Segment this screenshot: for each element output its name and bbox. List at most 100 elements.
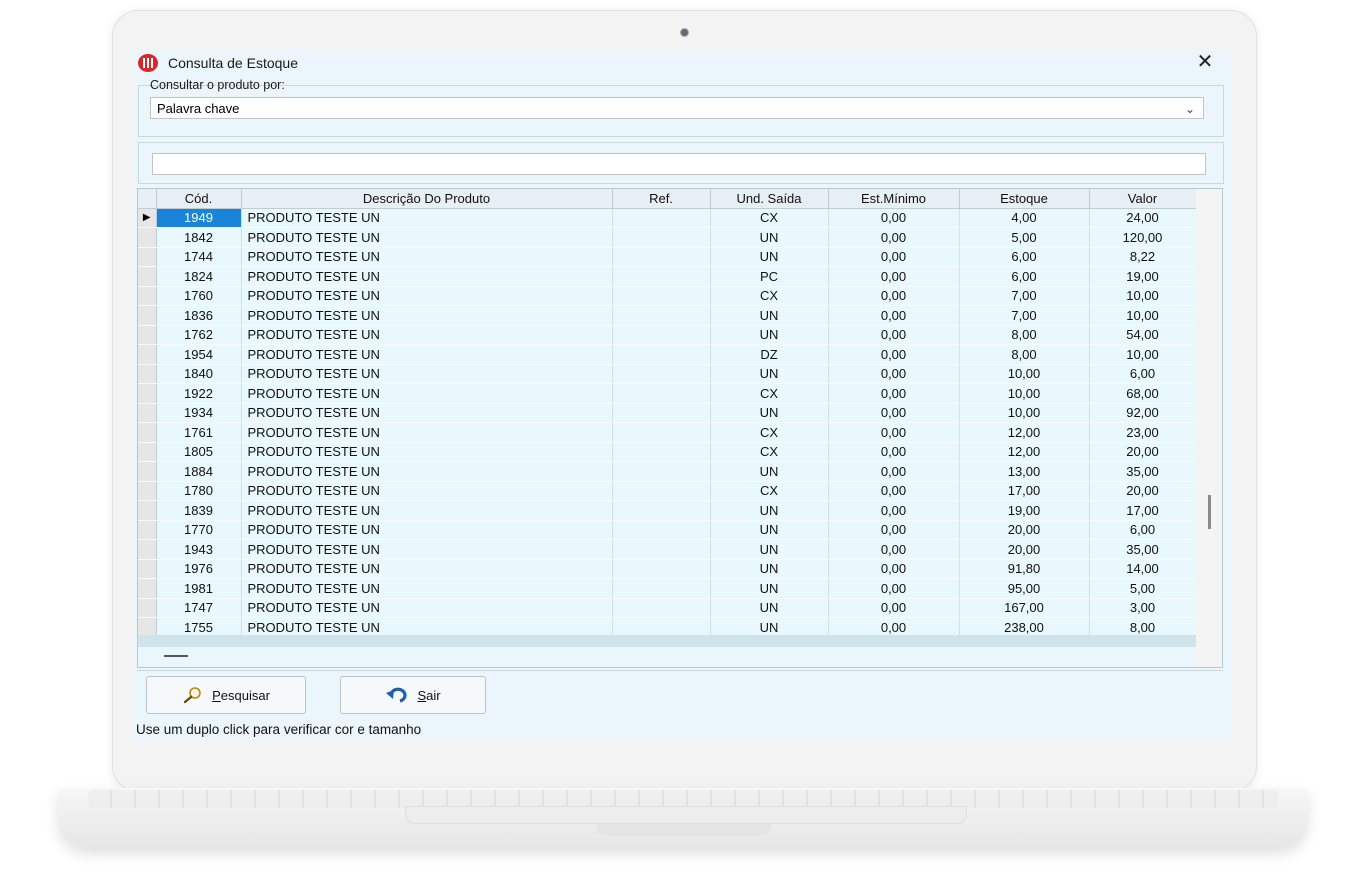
cell-ref[interactable] xyxy=(612,266,711,287)
row-indicator[interactable] xyxy=(138,403,157,423)
cell-descricao[interactable]: PRODUTO TESTE UN xyxy=(241,500,613,521)
cell-ref[interactable] xyxy=(612,520,711,540)
cell-descricao[interactable]: PRODUTO TESTE UN xyxy=(241,208,613,228)
cell-estoque[interactable]: 13,00 xyxy=(959,461,1090,482)
cell-und-saida[interactable]: UN xyxy=(710,227,829,248)
cell-ref[interactable] xyxy=(612,461,711,482)
cell-und-saida[interactable]: UN xyxy=(710,247,829,267)
cell-est-minimo[interactable]: 0,00 xyxy=(828,227,960,248)
cell-cod[interactable]: 1884 xyxy=(156,461,242,482)
table-row[interactable]: 1840 PRODUTO TESTE UN UN 0,00 10,00 6,00 xyxy=(138,364,1197,384)
cell-estoque[interactable]: 10,00 xyxy=(959,364,1090,384)
cell-ref[interactable] xyxy=(612,403,711,423)
row-indicator[interactable] xyxy=(138,286,157,306)
table-row[interactable]: 1934 PRODUTO TESTE UN UN 0,00 10,00 92,00 xyxy=(138,403,1197,423)
table-row[interactable]: 1762 PRODUTO TESTE UN UN 0,00 8,00 54,00 xyxy=(138,325,1197,345)
cell-est-minimo[interactable]: 0,00 xyxy=(828,442,960,462)
row-indicator[interactable] xyxy=(138,266,157,287)
cell-cod[interactable]: 1922 xyxy=(156,383,242,404)
table-row[interactable]: 1780 PRODUTO TESTE UN CX 0,00 17,00 20,00 xyxy=(138,481,1197,501)
row-indicator[interactable] xyxy=(138,305,157,326)
cell-descricao[interactable]: PRODUTO TESTE UN xyxy=(241,364,613,384)
cell-valor[interactable]: 8,22 xyxy=(1089,247,1197,267)
cell-valor[interactable]: 6,00 xyxy=(1089,364,1197,384)
cell-estoque[interactable]: 167,00 xyxy=(959,598,1090,618)
cell-ref[interactable] xyxy=(612,227,711,248)
cell-valor[interactable]: 5,00 xyxy=(1089,578,1197,599)
table-row[interactable]: 1976 PRODUTO TESTE UN UN 0,00 91,80 14,00 xyxy=(138,559,1197,579)
row-indicator[interactable] xyxy=(138,227,157,248)
cell-und-saida[interactable]: UN xyxy=(710,403,829,423)
row-indicator[interactable] xyxy=(138,422,157,443)
cell-descricao[interactable]: PRODUTO TESTE UN xyxy=(241,266,613,287)
cell-und-saida[interactable]: CX xyxy=(710,208,829,228)
cell-est-minimo[interactable]: 0,00 xyxy=(828,247,960,267)
cell-valor[interactable]: 14,00 xyxy=(1089,559,1197,579)
cell-descricao[interactable]: PRODUTO TESTE UN xyxy=(241,598,613,618)
cell-estoque[interactable]: 12,00 xyxy=(959,442,1090,462)
close-button[interactable]: ✕ xyxy=(1190,50,1220,74)
row-indicator[interactable] xyxy=(138,481,157,501)
cell-cod[interactable]: 1761 xyxy=(156,422,242,443)
table-row[interactable]: 1839 PRODUTO TESTE UN UN 0,00 19,00 17,00 xyxy=(138,500,1197,521)
cell-valor[interactable]: 19,00 xyxy=(1089,266,1197,287)
cell-ref[interactable] xyxy=(612,305,711,326)
cell-und-saida[interactable]: UN xyxy=(710,539,829,560)
table-row[interactable]: 1884 PRODUTO TESTE UN UN 0,00 13,00 35,00 xyxy=(138,461,1197,482)
search-type-select[interactable]: Palavra chave xyxy=(150,97,1204,119)
cell-est-minimo[interactable]: 0,00 xyxy=(828,461,960,482)
cell-descricao[interactable]: PRODUTO TESTE UN xyxy=(241,520,613,540)
cell-estoque[interactable]: 10,00 xyxy=(959,383,1090,404)
row-indicator[interactable] xyxy=(138,461,157,482)
cell-ref[interactable] xyxy=(612,208,711,228)
cell-valor[interactable]: 10,00 xyxy=(1089,305,1197,326)
column-header-valor[interactable]: Valor xyxy=(1089,189,1197,209)
row-indicator[interactable] xyxy=(138,247,157,267)
cell-und-saida[interactable]: UN xyxy=(710,500,829,521)
cell-cod[interactable]: 1747 xyxy=(156,598,242,618)
cell-valor[interactable]: 23,00 xyxy=(1089,422,1197,443)
cell-und-saida[interactable]: DZ xyxy=(710,344,829,365)
cell-est-minimo[interactable]: 0,00 xyxy=(828,539,960,560)
cell-cod[interactable]: 1954 xyxy=(156,344,242,365)
cell-estoque[interactable]: 20,00 xyxy=(959,520,1090,540)
cell-est-minimo[interactable]: 0,00 xyxy=(828,598,960,618)
cell-descricao[interactable]: PRODUTO TESTE UN xyxy=(241,325,613,345)
cell-cod[interactable]: 1836 xyxy=(156,305,242,326)
table-row[interactable]: 1836 PRODUTO TESTE UN UN 0,00 7,00 10,00 xyxy=(138,305,1197,326)
cell-est-minimo[interactable]: 0,00 xyxy=(828,305,960,326)
cell-valor[interactable]: 20,00 xyxy=(1089,442,1197,462)
row-indicator[interactable] xyxy=(138,325,157,345)
cell-descricao[interactable]: PRODUTO TESTE UN xyxy=(241,559,613,579)
row-indicator[interactable] xyxy=(138,364,157,384)
cell-est-minimo[interactable]: 0,00 xyxy=(828,266,960,287)
cell-cod[interactable]: 1805 xyxy=(156,442,242,462)
cell-cod[interactable]: 1760 xyxy=(156,286,242,306)
cell-valor[interactable]: 92,00 xyxy=(1089,403,1197,423)
cell-valor[interactable]: 54,00 xyxy=(1089,325,1197,345)
cell-cod[interactable]: 1934 xyxy=(156,403,242,423)
cell-ref[interactable] xyxy=(612,325,711,345)
cell-estoque[interactable]: 5,00 xyxy=(959,227,1090,248)
column-header-und-saida[interactable]: Und. Saída xyxy=(710,189,829,209)
cell-descricao[interactable]: PRODUTO TESTE UN xyxy=(241,481,613,501)
cell-und-saida[interactable]: CX xyxy=(710,286,829,306)
table-row[interactable]: 1824 PRODUTO TESTE UN PC 0,00 6,00 19,00 xyxy=(138,266,1197,287)
cell-est-minimo[interactable]: 0,00 xyxy=(828,500,960,521)
cell-valor[interactable]: 6,00 xyxy=(1089,520,1197,540)
horizontal-scroll-indicator[interactable] xyxy=(164,655,188,657)
cell-valor[interactable]: 35,00 xyxy=(1089,461,1197,482)
cell-descricao[interactable]: PRODUTO TESTE UN xyxy=(241,344,613,365)
cell-estoque[interactable]: 8,00 xyxy=(959,325,1090,345)
cell-cod[interactable]: 1780 xyxy=(156,481,242,501)
table-row[interactable]: 1954 PRODUTO TESTE UN DZ 0,00 8,00 10,00 xyxy=(138,344,1197,365)
cell-descricao[interactable]: PRODUTO TESTE UN xyxy=(241,442,613,462)
cell-cod[interactable]: 1842 xyxy=(156,227,242,248)
cell-estoque[interactable]: 7,00 xyxy=(959,305,1090,326)
column-header-ref[interactable]: Ref. xyxy=(612,189,711,209)
cell-descricao[interactable]: PRODUTO TESTE UN xyxy=(241,286,613,306)
cell-ref[interactable] xyxy=(612,481,711,501)
table-row[interactable]: 1805 PRODUTO TESTE UN CX 0,00 12,00 20,00 xyxy=(138,442,1197,462)
cell-descricao[interactable]: PRODUTO TESTE UN xyxy=(241,227,613,248)
cell-est-minimo[interactable]: 0,00 xyxy=(828,559,960,579)
